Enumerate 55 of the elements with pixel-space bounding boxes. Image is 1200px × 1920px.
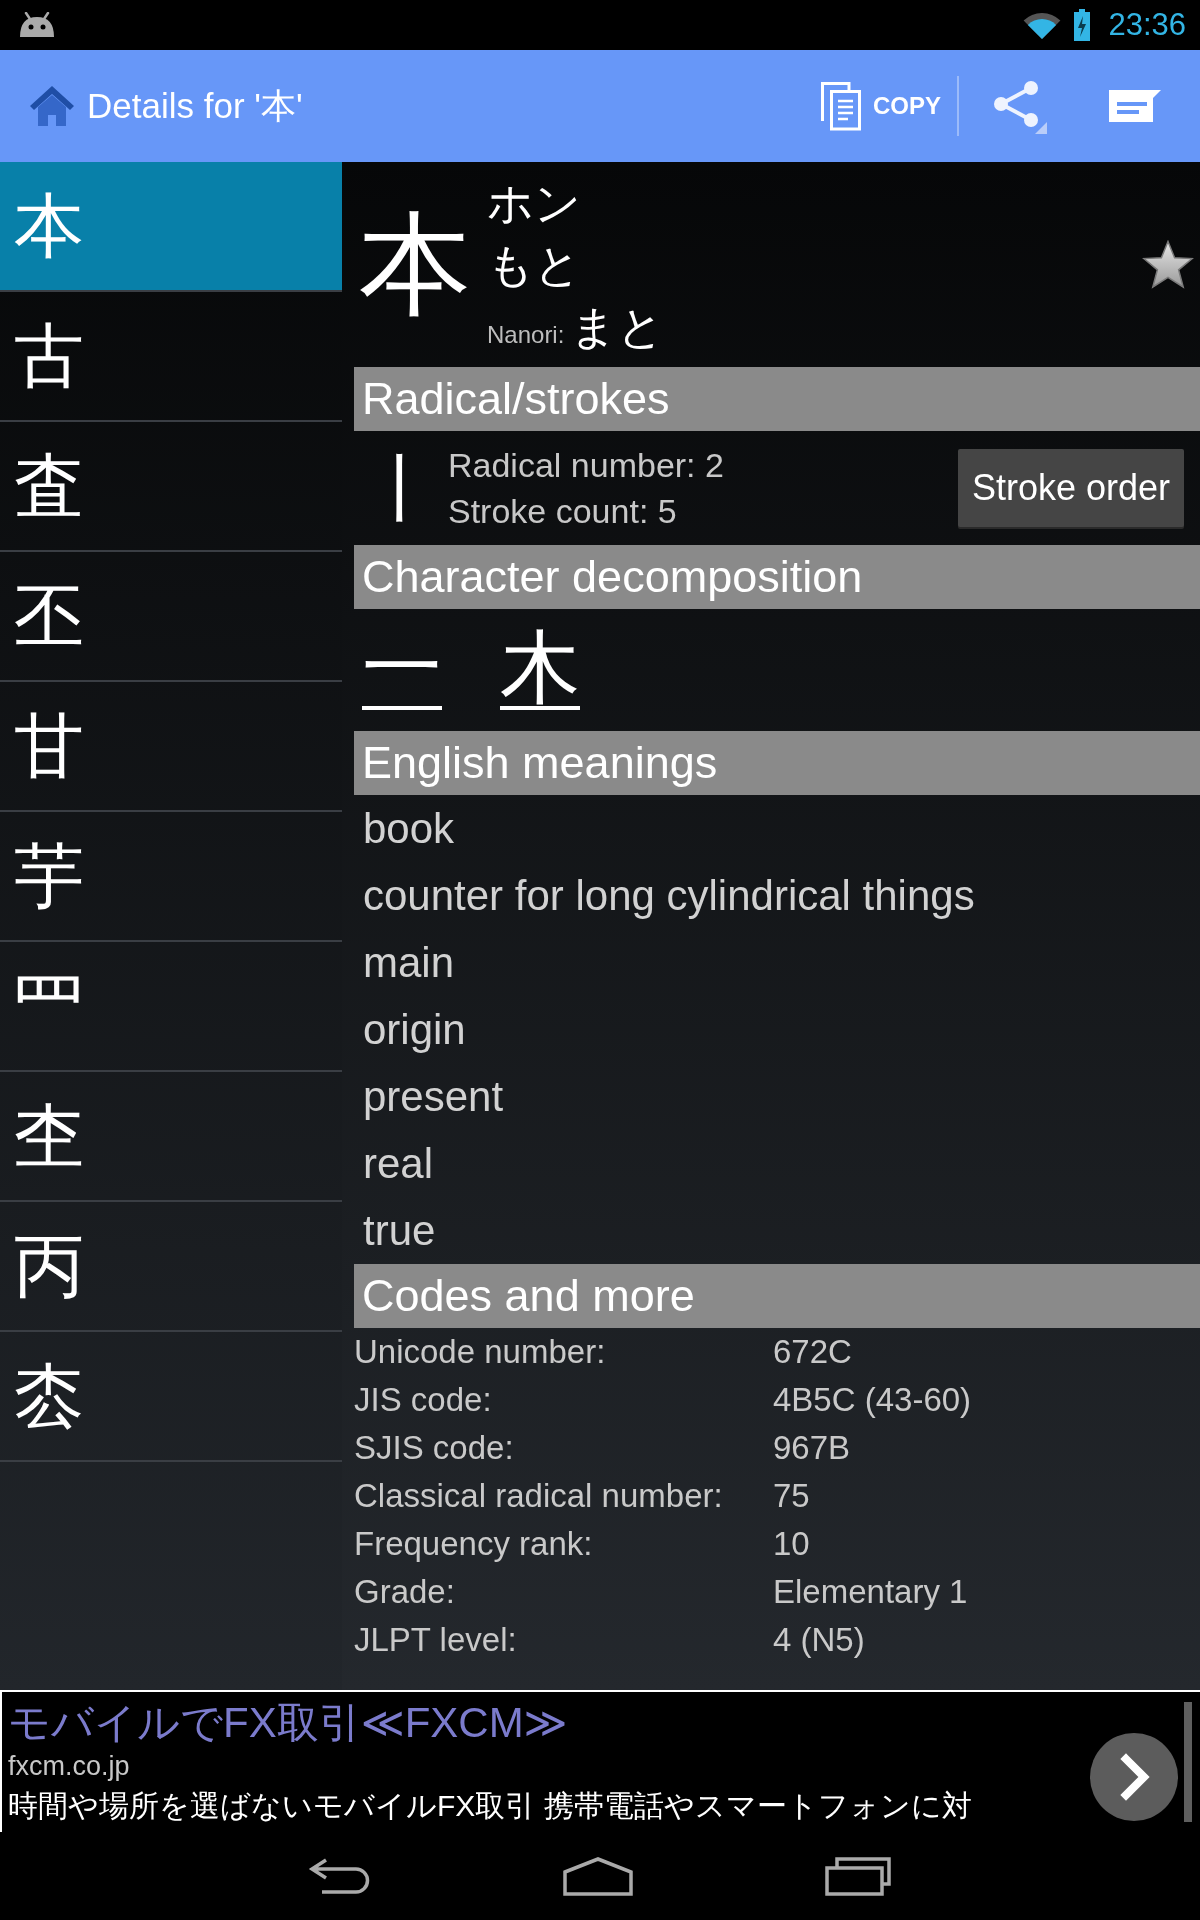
kanji-list-item[interactable]: 本 [0,162,342,292]
code-label: JLPT level: [354,1621,517,1659]
android-icon [19,12,55,38]
ad-url: fxcm.co.jp [8,1750,130,1783]
reading-text: ホン [487,175,582,231]
section-heading: Radical/strokes [354,367,1200,431]
meaning-text: counter for long cylindrical things [363,871,975,921]
code-label: Unicode number: [354,1333,606,1371]
code-value: 10 [773,1525,810,1563]
code-value: 4B5C (43-60) [773,1381,972,1419]
stroke-count-text: Stroke count: 5 [448,491,678,532]
nanori-label: Nanori: [487,320,565,349]
code-value: 4 (N5) [773,1621,865,1659]
meaning-text: origin [363,1005,466,1055]
home-outline-icon[interactable] [562,1856,634,1896]
code-value: 75 [773,1477,810,1515]
share-icon[interactable] [991,78,1047,134]
reading-text: もと [487,237,582,293]
kanji-character: 本 [359,208,471,321]
meaning-text: book [363,804,455,854]
meaning-text: true [363,1206,436,1256]
code-value: 967B [773,1429,851,1467]
stroke-order-button[interactable]: Stroke order [957,449,1184,527]
clock-time: 23:36 [1108,7,1186,43]
home-icon[interactable] [29,85,75,127]
chevron-icon[interactable] [1090,1733,1178,1821]
radical-number-text: Radical number: 2 [448,445,724,486]
nanori-reading: まと [570,299,665,355]
battery-icon [1074,9,1091,41]
code-value: Elementary 1 [773,1573,968,1611]
recent-apps-icon[interactable] [824,1856,892,1896]
code-label: SJIS code: [354,1429,514,1467]
code-label: Grade: [354,1573,455,1611]
code-label: Frequency rank: [354,1525,593,1563]
label-icon[interactable] [1109,90,1161,122]
back-icon[interactable] [308,1857,372,1895]
section-heading: English meanings [354,731,1200,795]
radical-character: 丨 [364,452,438,524]
component-link[interactable]: 木 [500,630,580,710]
code-label: Classical radical number: [354,1477,723,1515]
code-value: 672C [773,1333,852,1371]
component-link[interactable]: 一 [362,630,442,710]
meaning-text: present [363,1072,504,1122]
screen-title: Details for '本' [87,85,303,127]
wifi-icon [1022,10,1063,40]
section-heading: Character decomposition [354,545,1200,609]
code-label: JIS code: [354,1381,492,1419]
star-icon[interactable] [1142,239,1194,290]
ad-description: 時間や場所を選ばないモバイルFX取引 携帯電話やスマートフォンに対 [8,1788,972,1824]
meaning-text: main [363,938,455,988]
copy-icon [820,81,862,131]
ad-banner[interactable]: モバイルでFX取引≪FXCM≫ fxcm.co.jp 時間や場所を選ばないモバイルFX取引 携帯電話やスマートフォンに対 [0,1690,1200,1832]
section-heading: Codes and more [354,1264,1200,1328]
meaning-text: real [363,1139,434,1189]
ad-title[interactable]: モバイルでFX取引≪FXCM≫ [8,1698,568,1748]
